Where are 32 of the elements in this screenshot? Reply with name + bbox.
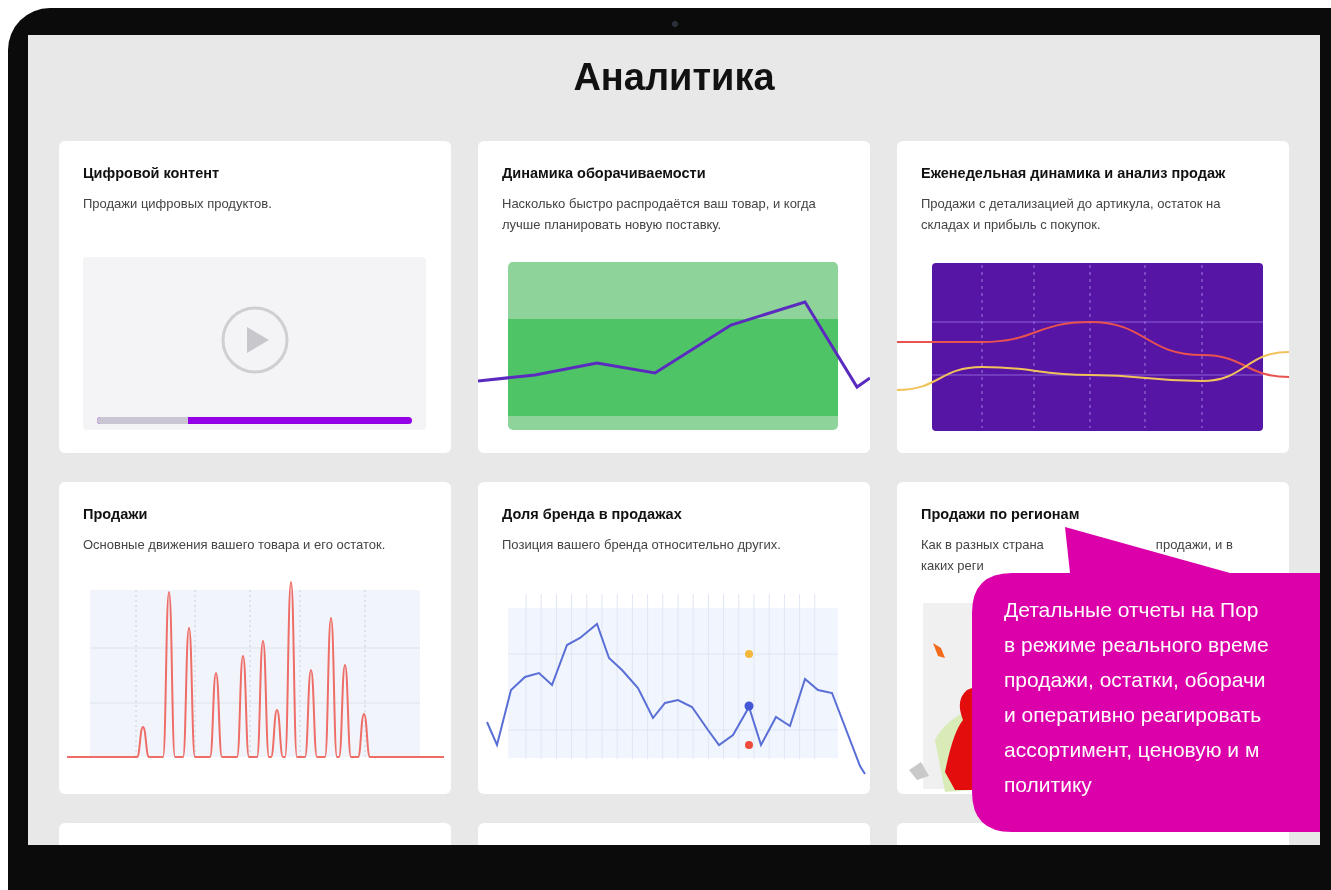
card[interactable]: Продажи Основные движения вашего товара и его остаток. bbox=[59, 482, 451, 794]
card-title: Доля бренда в продажах bbox=[502, 505, 682, 524]
card-description: Позиция вашего бренда относительно других. bbox=[502, 536, 782, 554]
data-point bbox=[744, 701, 754, 711]
callout-text: продажи, остатки, оборачи bbox=[1004, 667, 1266, 693]
card-description: каких реги bbox=[921, 557, 984, 575]
callout-text: Детальные отчеты на Пор bbox=[1004, 597, 1259, 623]
card-description: Продажи с детализацией до артикула, остаток на складах и прибыль с покупок. bbox=[921, 195, 1222, 234]
camera-icon bbox=[672, 21, 678, 27]
card-description: Основные движения вашего товара и его остаток. bbox=[83, 536, 387, 554]
card-title: Динамика оборачиваемости bbox=[502, 164, 706, 183]
card[interactable]: Доля бренда в продажах Позиция вашего бренда относительно других. bbox=[478, 482, 870, 794]
card-description: продажи, и в bbox=[1155, 536, 1233, 554]
card-description: Как в разных страна bbox=[921, 536, 1044, 554]
card-description: Насколько быстро распродаётся ваш товар, и когда лучше планировать новую поставку. bbox=[502, 195, 817, 234]
card[interactable]: Цифровой контент Продажи цифровых продуктов. bbox=[59, 141, 451, 453]
callout-text: и оперативно реагировать bbox=[1004, 702, 1262, 728]
video-thumbnail[interactable] bbox=[83, 257, 426, 430]
card-title: Продажи bbox=[83, 505, 148, 524]
callout-text: политику bbox=[1004, 772, 1092, 798]
callout-text: ассортимент, ценовую и м bbox=[1004, 737, 1260, 763]
card[interactable]: Динамика оборачиваемости Насколько быстро распродаётся ваш товар, и когда лучше планировать новую поставку. bbox=[478, 141, 870, 453]
progress-track[interactable] bbox=[97, 417, 412, 424]
card-title: Продажи по регионам bbox=[921, 505, 1080, 524]
page-title: Аналитика bbox=[573, 55, 775, 100]
card-title: Цифровой контент bbox=[83, 164, 220, 183]
data-point bbox=[745, 650, 753, 658]
callout-text: в режиме реального време bbox=[1004, 632, 1269, 658]
card[interactable]: Еженедельная динамика и анализ продаж Продажи с детализацией до артикула, остаток на складах и прибыль с покупок. bbox=[897, 141, 1289, 453]
card-description: Продажи цифровых продуктов. bbox=[83, 195, 273, 213]
data-point bbox=[745, 741, 753, 749]
card-title: Еженедельная динамика и анализ продаж bbox=[921, 164, 1226, 183]
